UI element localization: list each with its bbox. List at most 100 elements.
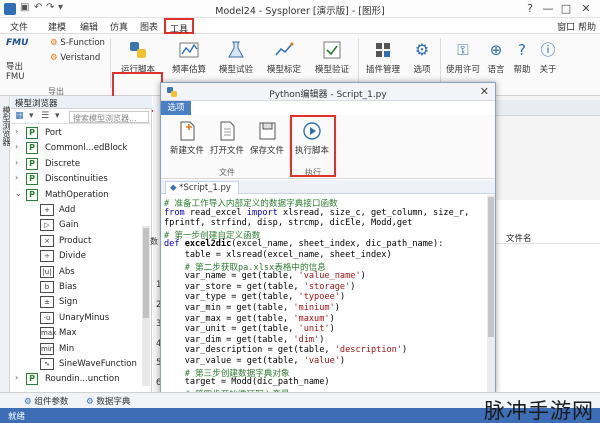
model-verify-label: 模型验证 <box>314 65 349 75</box>
tree-item[interactable]: × Product <box>11 234 141 249</box>
python-file-icon: ◆ <box>170 183 177 193</box>
data-dictionary-tab[interactable]: ⚙ 数据字典 <box>86 395 130 407</box>
open-file-button[interactable]: 打开文件 <box>209 121 245 156</box>
tree-item[interactable]: › P Discrete <box>11 157 141 172</box>
menu-file[interactable]: 文件 <box>10 20 28 33</box>
export-fmu-button[interactable]: FMU 导出FMU <box>6 38 36 82</box>
code-line: var_description = get(table, 'descriptio… <box>164 345 408 356</box>
tree-item[interactable]: ▷ Gain <box>11 218 141 233</box>
tree-item-label: Min <box>59 343 75 354</box>
new-file-label: 新建文件 <box>169 146 204 156</box>
tree-item[interactable]: |u| Abs <box>11 265 141 280</box>
tree-item-label: Commonl...edBlock <box>45 143 128 154</box>
dropdown-icon[interactable]: ▾ <box>55 111 60 121</box>
expand-arrow-icon[interactable]: › <box>15 173 23 182</box>
maximize-button[interactable]: □ <box>558 1 574 17</box>
scroll-thumb[interactable] <box>143 228 149 318</box>
menu-modeling[interactable]: 建模 <box>48 20 66 33</box>
tree-item-label: Port <box>45 128 62 138</box>
expand-arrow-icon[interactable]: › <box>15 127 23 136</box>
model-verify-button[interactable]: 模型验证 <box>310 40 354 75</box>
status-text: 就绪 <box>8 412 26 422</box>
expand-arrow-icon[interactable]: › <box>15 142 23 151</box>
plugin-manage-button[interactable]: 插件管理 <box>363 40 403 75</box>
tree-item[interactable]: ∿ SineWaveFunction <box>11 357 141 372</box>
model-calibrate-button[interactable]: 模型标定 <box>262 40 306 75</box>
tree-item[interactable]: › P Port <box>11 126 141 141</box>
expand-arrow-icon[interactable]: ⌄ <box>15 189 23 198</box>
expand-arrow-icon[interactable]: › <box>15 158 23 167</box>
model-search-input[interactable]: 搜索模型浏览器... <box>69 111 149 123</box>
menu-right-items[interactable]: 窗口 帮助 <box>557 20 596 33</box>
tree-item-label: Max <box>59 328 77 339</box>
menu-edit[interactable]: 编辑 <box>80 20 98 33</box>
component-params-label: 组件参数 <box>34 397 69 407</box>
menu-simulation[interactable]: 仿真 <box>110 20 128 33</box>
code-line: def excel2dic(excel_name, sheet_index, d… <box>164 239 444 250</box>
close-button[interactable]: ✕ <box>578 1 594 17</box>
model-browser-scrollbar[interactable] <box>142 226 150 386</box>
tree-item[interactable]: + Add <box>11 203 141 218</box>
close-icon[interactable]: ✕ <box>480 85 489 98</box>
new-file-button[interactable]: 新建文件 <box>169 121 205 156</box>
ribbon-separator <box>440 38 441 88</box>
model-browser-vertical-tab[interactable]: 模型浏览器 <box>0 96 11 392</box>
group-file-label: 文件 <box>219 168 235 177</box>
script-tab-label: *Script_1.py <box>179 183 231 193</box>
execute-script-highlight <box>290 115 336 177</box>
tree-item[interactable]: ± Sign <box>11 295 141 310</box>
minimize-button[interactable]: — <box>540 1 556 17</box>
data-dictionary-label: 数据字典 <box>96 397 131 407</box>
model-test-button[interactable]: 模型试验 <box>214 40 258 75</box>
tree-item[interactable]: › P Discontinuities <box>11 172 141 187</box>
tree-item[interactable]: ⌄ P MathOperation <box>11 188 141 203</box>
help-button[interactable]: ? 帮助 <box>510 40 534 75</box>
tree-item-label: Sign <box>59 297 78 308</box>
tree-item[interactable]: › P Roundin...unction <box>11 372 141 387</box>
fmu-icon: FMU <box>6 38 29 48</box>
tree-item-label: Product <box>59 235 92 246</box>
expand-arrow-icon[interactable]: › <box>15 373 23 382</box>
block-icon: b <box>40 281 54 293</box>
tree-item[interactable]: max Max <box>11 326 141 341</box>
tree-item[interactable]: b Bias <box>11 280 141 295</box>
veristand-button[interactable]: ⚙ Veristand <box>50 53 100 63</box>
language-button[interactable]: ⊕ 语言 <box>484 40 508 75</box>
tree-item[interactable]: -u UnaryMinus <box>11 311 141 326</box>
model-calibrate-label: 模型标定 <box>266 65 301 75</box>
window-title: Model24 - Sysplorer [演示版] - [图形] <box>215 6 385 17</box>
s-function-button[interactable]: ⚙ S-Function <box>50 38 105 48</box>
tree-item[interactable]: ÷ Divide <box>11 249 141 264</box>
code-scrollbar[interactable] <box>487 195 495 394</box>
menu-tools[interactable]: 工具 <box>164 18 195 35</box>
tree-item[interactable]: min Min <box>11 342 141 357</box>
python-editor-menubar: 选项 <box>161 101 495 115</box>
package-icon: P <box>26 127 38 139</box>
tree-item-label: Discontinuities <box>45 174 108 185</box>
use-license-button[interactable]: ⚿ 使用许可 <box>444 40 482 75</box>
model-test-label: 模型试验 <box>218 65 253 75</box>
package-icon: P <box>26 373 38 386</box>
code-line: var_store = get(table, 'storage') <box>164 281 356 292</box>
about-label: 关于 <box>539 65 557 75</box>
freq-estimate-button[interactable]: 频率估算 <box>168 40 210 75</box>
menu-chart[interactable]: 图表 <box>140 20 158 33</box>
component-params-tab[interactable]: ⚙ 组件参数 <box>24 395 68 407</box>
about-button[interactable]: ⓘ 关于 <box>536 40 560 75</box>
tree-item[interactable]: › P Commonl...edBlock <box>11 141 141 156</box>
code-editor[interactable]: # 准备工作导入内部定义的数据字典接口函数 from read_excel imp… <box>161 195 495 394</box>
list-icon[interactable]: ☰ <box>41 111 49 121</box>
scroll-thumb[interactable] <box>488 197 494 337</box>
options-label: 选项 <box>413 65 431 75</box>
run-script-button[interactable]: 运行脚本 <box>115 40 161 75</box>
options-button[interactable]: ⚙ 选项 <box>408 40 436 75</box>
script-tab[interactable]: ◆ *Script_1.py × <box>165 181 239 203</box>
save-file-button[interactable]: 保存文件 <box>249 121 285 156</box>
code-line: table = xlsread(excel_name, sheet_index) <box>164 250 392 260</box>
tree-view-icon[interactable]: ▦ <box>15 111 24 121</box>
menu-options[interactable]: 选项 <box>161 101 191 115</box>
help-icon[interactable]: ? <box>522 1 538 17</box>
filter-icon[interactable]: ▾ <box>29 111 34 121</box>
code-line: fprintf, strfind, disp, strcmp, dicEle, … <box>164 218 413 229</box>
tree-item-label: Divide <box>59 251 86 262</box>
